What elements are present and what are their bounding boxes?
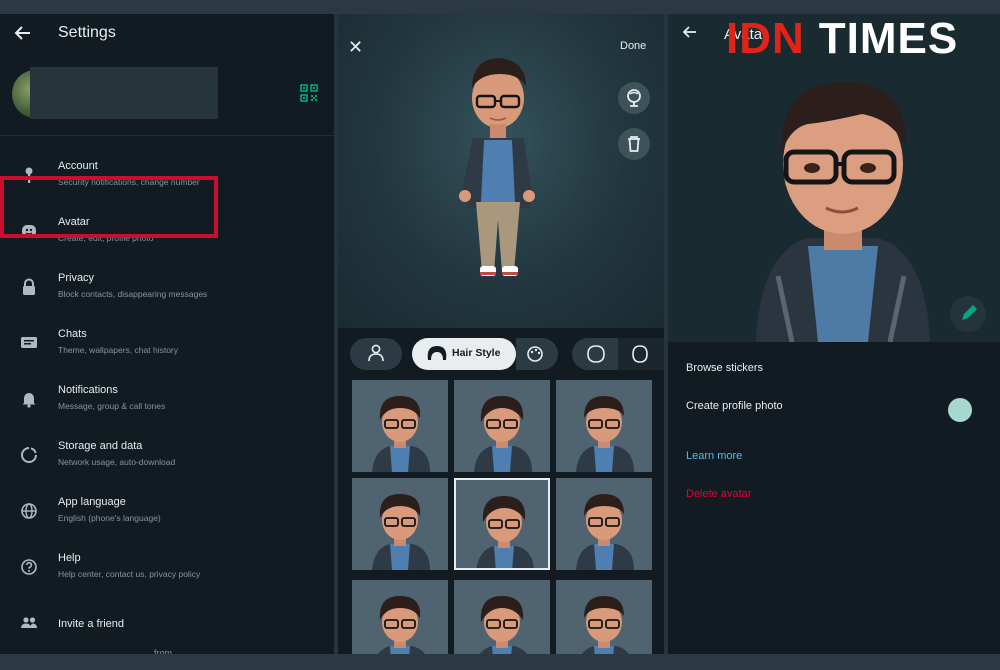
mirror-icon bbox=[627, 89, 641, 107]
mirror-pose-button[interactable] bbox=[618, 82, 650, 114]
learn-more-link[interactable]: Learn more bbox=[686, 450, 742, 462]
settings-item-notifications[interactable]: Notifications Message, group & call tone… bbox=[0, 376, 334, 428]
hair-style-option[interactable] bbox=[454, 580, 550, 654]
page-title: Settings bbox=[58, 24, 116, 41]
hair-style-option[interactable] bbox=[352, 580, 448, 654]
hair-style-avatar-thumbnail bbox=[372, 494, 430, 570]
storage-icon bbox=[20, 446, 38, 464]
face-shape-icon bbox=[587, 338, 664, 370]
pencil-icon bbox=[962, 305, 977, 320]
edit-avatar-button[interactable] bbox=[950, 296, 986, 332]
hair-style-avatar-thumbnail bbox=[479, 596, 528, 654]
hair-style-avatar-thumbnail bbox=[576, 396, 634, 472]
lock-icon bbox=[20, 278, 38, 296]
hair-style-option[interactable] bbox=[556, 580, 652, 654]
body-icon bbox=[368, 344, 384, 362]
settings-item-privacy[interactable]: Privacy Block contacts, disappearing mes… bbox=[0, 264, 334, 316]
help-icon bbox=[20, 558, 38, 576]
settings-item-label: Storage and data bbox=[58, 440, 143, 452]
qr-code-icon[interactable] bbox=[300, 84, 318, 102]
footer-from: from bbox=[154, 648, 172, 654]
tab-hair-style[interactable]: Hair Style bbox=[412, 338, 516, 370]
people-icon bbox=[20, 614, 38, 632]
tab-hair-style-label: Hair Style bbox=[452, 347, 501, 359]
settings-header: Settings bbox=[0, 14, 334, 54]
tab-hair-color[interactable] bbox=[516, 338, 558, 370]
hair-style-option[interactable] bbox=[454, 380, 550, 472]
settings-item-subtitle: English (phone's language) bbox=[58, 513, 161, 523]
settings-item-invite[interactable]: Invite a friend bbox=[0, 600, 334, 652]
back-arrow-icon[interactable] bbox=[682, 24, 698, 45]
watermark-word: TIMES bbox=[818, 14, 959, 63]
avatar-page-panel: Avatar Browse stickers Create profile ph… bbox=[668, 14, 1000, 654]
bottom-strip bbox=[0, 654, 1000, 670]
category-tabs: Hair Style bbox=[338, 332, 664, 376]
settings-item-storage[interactable]: Storage and data Network usage, auto-dow… bbox=[0, 432, 334, 484]
watermark-brand: IDN bbox=[726, 14, 805, 63]
delete-avatar-button[interactable]: Delete avatar bbox=[686, 488, 751, 500]
settings-panel: Settings Account Security notifications,… bbox=[0, 14, 334, 654]
avatar-full-body-figure bbox=[459, 58, 535, 276]
create-profile-photo-toggle[interactable] bbox=[948, 398, 972, 422]
hair-icon bbox=[427, 346, 447, 360]
browse-stickers-row[interactable]: Browse stickers bbox=[686, 362, 763, 374]
hair-style-avatar-thumbnail bbox=[474, 396, 532, 472]
trash-icon bbox=[628, 136, 640, 152]
settings-item-label: Invite a friend bbox=[58, 618, 125, 630]
settings-item-label: Notifications bbox=[58, 384, 118, 396]
settings-item-app-language[interactable]: App language English (phone's language) bbox=[0, 488, 334, 540]
settings-item-chats[interactable]: Chats Theme, wallpapers, chat history bbox=[0, 320, 334, 372]
back-arrow-icon[interactable] bbox=[14, 24, 34, 44]
hair-style-option[interactable] bbox=[556, 380, 652, 472]
hair-style-option-selected[interactable] bbox=[454, 478, 550, 570]
settings-item-subtitle: Help center, contact us, privacy policy bbox=[58, 569, 201, 579]
bell-icon bbox=[20, 390, 38, 408]
settings-item-label: App language bbox=[58, 496, 126, 508]
settings-item-help[interactable]: Help Help center, contact us, privacy po… bbox=[0, 544, 334, 596]
settings-item-subtitle: Message, group & call tones bbox=[58, 401, 166, 411]
avatar-editor-panel: ✕ Done Hair Style bbox=[338, 14, 664, 654]
chat-icon bbox=[20, 334, 38, 352]
hair-style-avatar-thumbnail bbox=[576, 494, 634, 570]
hair-style-option[interactable] bbox=[352, 478, 448, 570]
globe-icon bbox=[20, 502, 38, 520]
hair-style-avatar-thumbnail bbox=[581, 596, 630, 654]
hair-style-avatar-thumbnail bbox=[377, 596, 426, 654]
hair-style-avatar-thumbnail bbox=[476, 496, 534, 568]
settings-item-label: Chats bbox=[58, 328, 87, 340]
hair-style-option[interactable] bbox=[352, 380, 448, 472]
redacted-profile-name bbox=[30, 67, 218, 119]
tab-face-shape[interactable] bbox=[572, 338, 664, 370]
profile-row[interactable] bbox=[0, 64, 334, 136]
settings-item-subtitle: Block contacts, disappearing messages bbox=[58, 289, 208, 299]
palette-icon bbox=[527, 346, 543, 362]
hair-style-avatar-thumbnail bbox=[372, 396, 430, 472]
settings-item-subtitle: Theme, wallpapers, chat history bbox=[58, 345, 178, 355]
settings-item-label: Help bbox=[58, 552, 81, 564]
avatar-highlight-box bbox=[0, 176, 218, 238]
settings-item-subtitle: Network usage, auto-download bbox=[58, 457, 176, 467]
settings-item-label: Privacy bbox=[58, 272, 95, 284]
settings-item-label: Account bbox=[58, 160, 98, 172]
create-profile-photo-row[interactable]: Create profile photo bbox=[686, 400, 783, 412]
tab-body[interactable] bbox=[350, 338, 402, 370]
hair-style-option[interactable] bbox=[556, 478, 652, 570]
delete-button[interactable] bbox=[618, 128, 650, 160]
avatar-preview-stage: ✕ Done bbox=[338, 14, 664, 328]
idn-times-watermark: IDN TIMES bbox=[726, 16, 958, 62]
top-strip bbox=[0, 0, 1000, 14]
